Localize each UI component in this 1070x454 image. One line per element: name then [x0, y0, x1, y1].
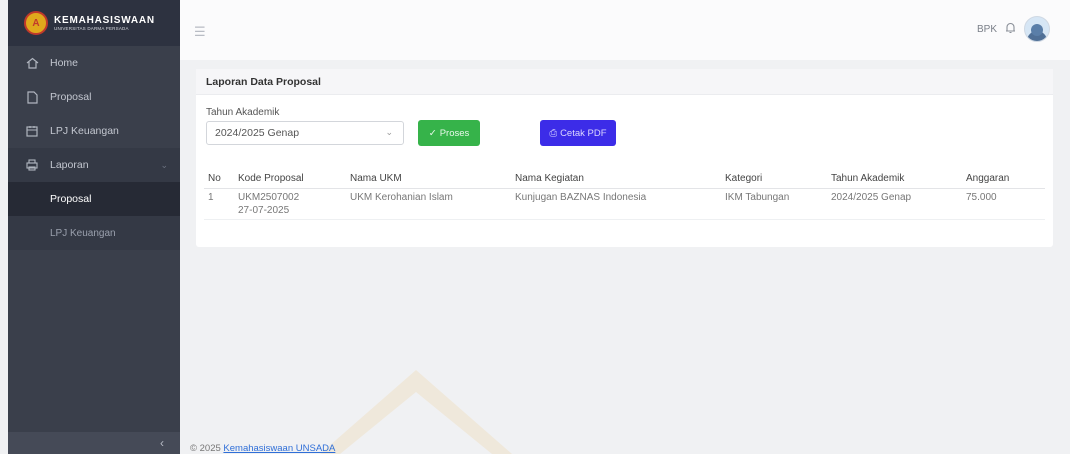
select-value: 2024/2025 Genap	[215, 127, 300, 139]
sidebar-item-label: Laporan	[50, 159, 89, 171]
sidebar-item-label: Home	[50, 57, 79, 69]
cell-anggaran: 75.000	[962, 188, 1045, 220]
cell-kategori: IKM Tabungan	[721, 188, 827, 220]
logo-letter: A	[32, 17, 40, 29]
col-kategori: Kategori	[721, 169, 827, 189]
cell-tahun: 2024/2025 Genap	[827, 188, 962, 220]
sidebar-item-proposal[interactable]: Proposal	[8, 80, 180, 114]
brand-title: KEMAHASISWAAN	[54, 15, 155, 26]
cetak-label: Cetak PDF	[560, 127, 607, 139]
col-no: No	[204, 169, 234, 189]
proses-label: Proses	[439, 127, 470, 139]
tanggal-value: 27-07-2025	[238, 205, 290, 216]
check-icon: ✓	[428, 127, 437, 139]
sidebar-item-lpj-keuangan[interactable]: LPJ Keuangan	[8, 114, 180, 148]
col-kode-proposal: Kode Proposal	[234, 169, 346, 189]
sidebar-subitem-lpj-keuangan[interactable]: LPJ Keuangan	[8, 216, 180, 250]
table-header-row: No Kode Proposal Nama UKM Nama Kegiatan …	[204, 169, 1045, 189]
sidebar-collapse-button[interactable]: ‹	[8, 432, 180, 454]
sidebar-item-label: Proposal	[50, 91, 92, 103]
sidebar-item-label: LPJ Keuangan	[50, 125, 119, 137]
sidebar-item-home[interactable]: Home	[8, 46, 180, 80]
sidebar-subitem-proposal[interactable]: Proposal	[8, 182, 180, 216]
sidebar: A KEMAHASISWAAN UNIVERSITAS DARMA PERSAD…	[8, 0, 180, 454]
cetak-pdf-button[interactable]: ⎙ Cetak PDF	[540, 120, 616, 146]
card-title: Laporan Data Proposal	[196, 69, 1053, 95]
chevron-down-icon: ⌄	[385, 127, 393, 137]
table-row: 1 UKM2507002 27-07-2025 UKM Kerohanian I…	[204, 188, 1045, 220]
brand-subtitle: UNIVERSITAS DARMA PERSADA	[54, 26, 129, 31]
cell-no: 1	[204, 188, 234, 220]
col-nama-kegiatan: Nama Kegiatan	[511, 169, 721, 189]
brand[interactable]: A KEMAHASISWAAN UNIVERSITAS DARMA PERSAD…	[8, 0, 180, 46]
tahun-akademik-label: Tahun Akademik	[206, 107, 280, 118]
kode-value: UKM2507002	[238, 192, 300, 203]
sidebar-subitem-label: LPJ Keuangan	[50, 227, 116, 239]
calendar-icon	[24, 123, 40, 139]
report-card: Laporan Data Proposal Tahun Akademik 202…	[196, 69, 1053, 247]
cell-kegiatan: Kunjugan BAZNAS Indonesia	[511, 188, 721, 220]
cell-ukm: UKM Kerohanian Islam	[346, 188, 511, 220]
file-icon	[24, 89, 40, 105]
hamburger-menu-icon[interactable]: ☰	[194, 24, 206, 40]
printer-icon: ⎙	[549, 127, 558, 139]
chevron-down-icon: ⌄	[160, 159, 168, 170]
user-name[interactable]: BPK	[977, 24, 997, 35]
footer-copyright: © 2025	[190, 443, 221, 454]
footer-link[interactable]: Kemahasiswaan UNSADA	[223, 443, 335, 454]
chevron-left-icon: ‹	[160, 436, 164, 450]
cell-kode: UKM2507002 27-07-2025	[234, 188, 346, 220]
avatar-head-icon	[1031, 24, 1043, 36]
page-footer: © 2025 Kemahasiswaan UNSADA	[190, 443, 335, 454]
home-icon	[24, 55, 40, 71]
col-tahun-akademik: Tahun Akademik	[827, 169, 962, 189]
university-logo-icon: A	[24, 11, 48, 35]
tahun-akademik-group: Tahun Akademik 2024/2025 Genap ⌄	[206, 107, 404, 145]
topbar: ☰ BPK	[180, 0, 1070, 60]
col-anggaran: Anggaran	[962, 169, 1045, 189]
proposal-table: No Kode Proposal Nama UKM Nama Kegiatan …	[204, 169, 1045, 220]
tahun-akademik-select[interactable]: 2024/2025 Genap ⌄	[206, 121, 404, 145]
watermark-logo-inner	[340, 392, 492, 454]
proses-button[interactable]: ✓ Proses	[418, 120, 480, 146]
avatar[interactable]	[1024, 16, 1050, 42]
sidebar-item-laporan[interactable]: Laporan ⌄	[8, 148, 180, 182]
printer-icon	[24, 157, 40, 173]
sidebar-subitem-label: Proposal	[50, 193, 92, 205]
col-nama-ukm: Nama UKM	[346, 169, 511, 189]
bell-icon[interactable]	[1005, 22, 1016, 37]
